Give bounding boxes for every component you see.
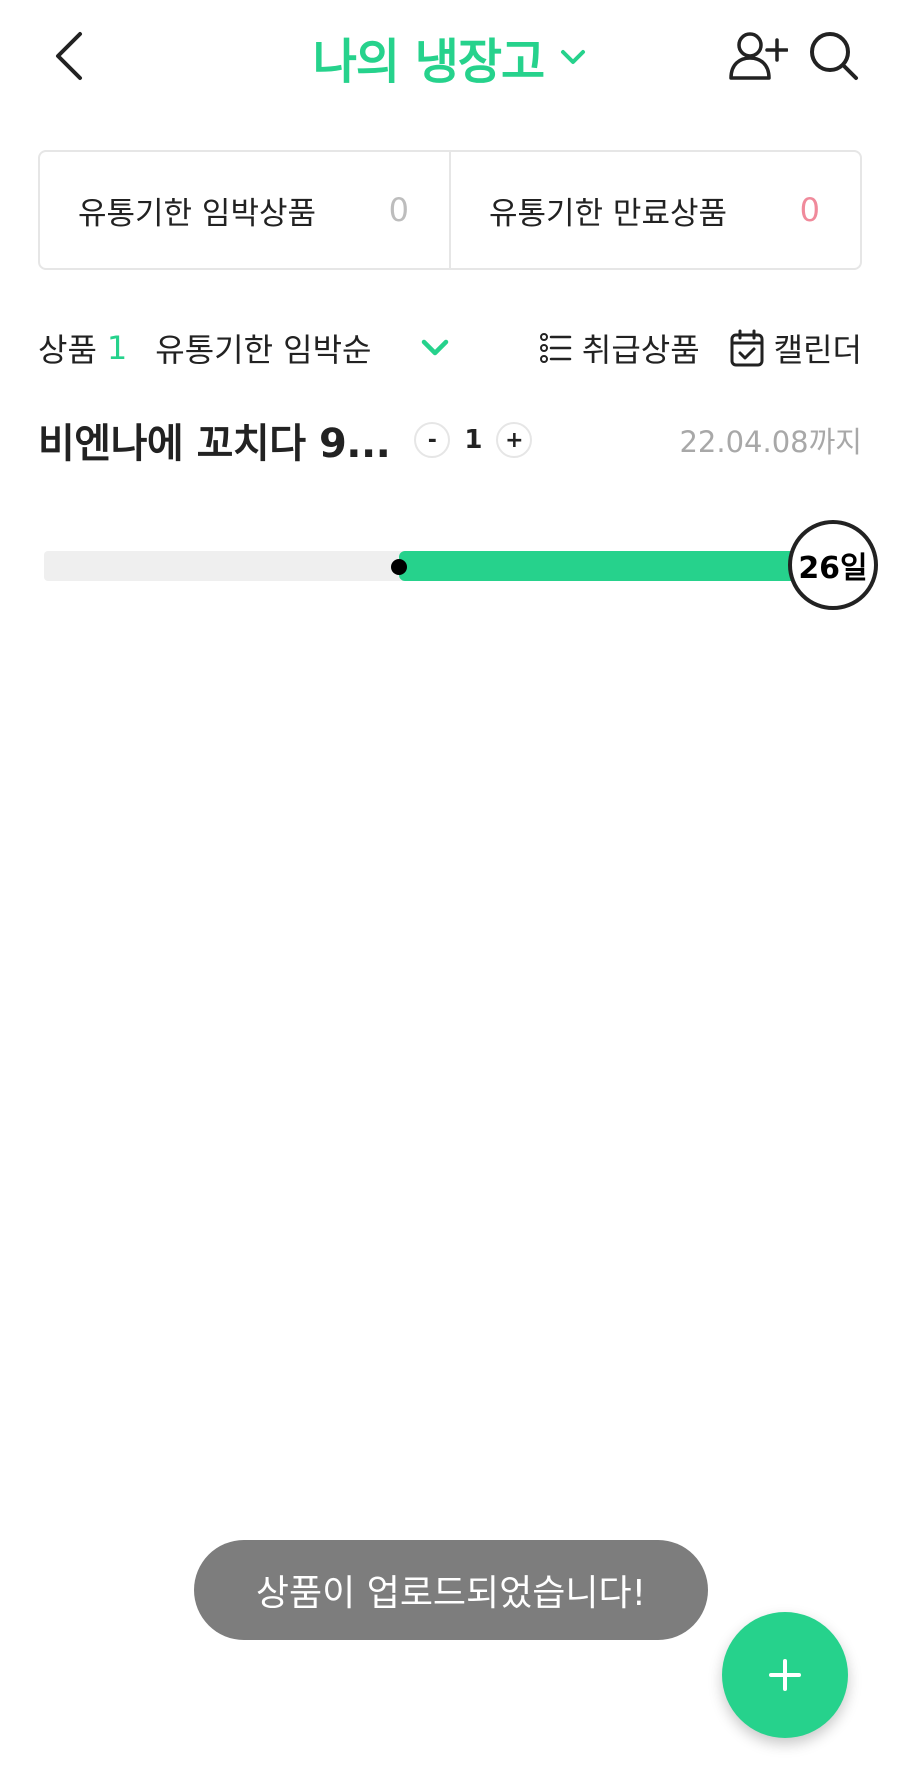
decrement-button[interactable]: - bbox=[414, 422, 451, 458]
expiry-progress: 26일 bbox=[44, 520, 878, 620]
calendar-button[interactable]: 캘린더 bbox=[730, 325, 862, 371]
toast-message: 상품이 업로드되었습니다! bbox=[194, 1540, 708, 1640]
progress-fill bbox=[399, 551, 824, 581]
chevron-down-icon[interactable] bbox=[420, 337, 450, 359]
imminent-summary[interactable]: 유통기한 임박상품 0 bbox=[40, 152, 449, 268]
imminent-label: 유통기한 임박상품 bbox=[78, 195, 317, 232]
filter-row: 상품 1 유통기한 임박순 취급상품 캘린더 bbox=[38, 320, 862, 376]
search-button[interactable] bbox=[808, 30, 860, 82]
add-user-icon bbox=[729, 32, 789, 80]
header: 나의 냉장고 bbox=[0, 0, 900, 110]
search-icon bbox=[810, 32, 858, 80]
page-title[interactable]: 나의 냉장고 bbox=[313, 22, 546, 92]
calendar-check-icon bbox=[730, 329, 764, 367]
plus-icon bbox=[769, 1659, 801, 1691]
days-left-badge: 26일 bbox=[788, 520, 878, 610]
manage-products-button[interactable]: 취급상품 bbox=[539, 325, 700, 371]
sort-select[interactable]: 유통기한 임박순 bbox=[155, 325, 371, 371]
filter-actions: 취급상품 캘린더 bbox=[539, 325, 862, 371]
quantity-value: 1 bbox=[464, 425, 483, 455]
list-icon bbox=[539, 333, 572, 363]
product-name[interactable]: 비엔나에 꼬치다 9... bbox=[38, 411, 391, 469]
expiry-summary: 유통기한 임박상품 0 유통기한 만료상품 0 bbox=[38, 150, 862, 270]
increment-button[interactable]: + bbox=[496, 422, 533, 458]
expiry-date: 22.04.08까지 bbox=[679, 425, 862, 459]
imminent-count: 0 bbox=[388, 191, 409, 229]
product-item[interactable]: 비엔나에 꼬치다 9... - 1 + 22.04.08까지 bbox=[38, 408, 862, 472]
expired-summary[interactable]: 유통기한 만료상품 0 bbox=[449, 152, 860, 268]
add-user-button[interactable] bbox=[728, 30, 789, 82]
manage-products-label: 취급상품 bbox=[581, 331, 700, 369]
progress-start-marker bbox=[391, 559, 407, 575]
product-count: 1 bbox=[106, 329, 128, 367]
expired-count: 0 bbox=[799, 191, 820, 229]
calendar-label: 캘린더 bbox=[773, 331, 862, 369]
expired-label: 유통기한 만료상품 bbox=[489, 195, 728, 232]
chevron-down-icon[interactable] bbox=[559, 47, 587, 67]
product-count-label: 상품 bbox=[38, 331, 97, 369]
quantity-stepper: - 1 + bbox=[414, 422, 533, 458]
add-product-button[interactable] bbox=[722, 1612, 848, 1738]
